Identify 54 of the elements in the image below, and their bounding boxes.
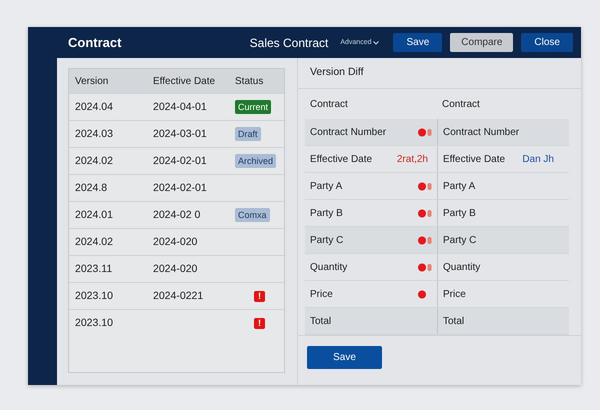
- alert-icon: !: [254, 290, 265, 302]
- table-cell-text: 2024.8: [75, 182, 108, 194]
- table-cell-text: 2024-02-01: [153, 182, 208, 194]
- column-header: Version: [75, 76, 110, 86]
- document-title: Sales Contract: [250, 36, 328, 50]
- status-badge: Archived: [235, 154, 276, 168]
- column-header: Contract: [442, 98, 481, 110]
- status-badge: Comxa: [235, 208, 270, 222]
- field-label: Effective Date: [443, 154, 506, 164]
- field-label: Party B: [310, 208, 344, 218]
- field-label: Party A: [310, 180, 344, 192]
- header-button[interactable]: Save: [393, 33, 442, 52]
- field-label: Party B: [443, 208, 477, 218]
- column-header: Status: [235, 76, 264, 86]
- table-cell-text: 2023.10: [75, 317, 114, 329]
- table-cell-text: 2024-02 0: [153, 209, 202, 221]
- header-button[interactable]: Compare: [450, 33, 514, 52]
- table-cell-text: 2024.01: [75, 209, 114, 221]
- panel-title: Version Diff: [298, 58, 581, 89]
- table-cell-text: 2024-02-01: [153, 155, 208, 167]
- column-header: Effective Date: [153, 76, 216, 86]
- field-label: Party A: [443, 180, 476, 192]
- table-cell-text: 2023.10: [75, 290, 114, 302]
- status-badge: Current: [235, 100, 272, 114]
- table-cell-text: 2024-04-01: [153, 101, 208, 113]
- table-cell-text: 2024-020: [153, 263, 198, 275]
- field-label: Contract Number: [310, 126, 388, 138]
- field-label: Total: [443, 316, 466, 326]
- save-button[interactable]: Save: [307, 346, 382, 369]
- chevron-down-icon: [373, 40, 380, 44]
- table-cell-text: 2024.02: [75, 236, 114, 248]
- field-label: Quantity: [310, 262, 348, 272]
- column-header: Contract: [310, 98, 349, 110]
- field-label: Total: [310, 316, 332, 326]
- field-label: Quantity: [443, 262, 482, 272]
- field-label: Party C: [443, 234, 478, 246]
- table-cell-text: 2024.04: [75, 101, 114, 113]
- field-label: Effective Date: [310, 154, 374, 164]
- field-label: Price: [443, 288, 467, 300]
- field-label: Contract Number: [443, 126, 520, 138]
- alert-icon: !: [254, 318, 265, 328]
- field-value: 2rat,2h: [396, 154, 428, 164]
- table-cell-text: 2024-020: [153, 236, 198, 248]
- table-cell-text: 2024-0221: [153, 290, 204, 302]
- status-badge: Draft: [235, 127, 261, 141]
- field-value: Dan Jh: [522, 154, 554, 164]
- table-cell-text: 2024.02: [75, 155, 114, 167]
- header-button[interactable]: Close: [521, 33, 573, 52]
- table-cell-text: 2024.03: [75, 128, 114, 140]
- table-cell-text: 2024-03-01: [153, 128, 208, 140]
- table-cell-text: 2023.11: [75, 263, 114, 275]
- field-label: Price: [310, 288, 334, 300]
- field-label: Party C: [310, 234, 344, 246]
- window-title: Contract: [68, 35, 122, 50]
